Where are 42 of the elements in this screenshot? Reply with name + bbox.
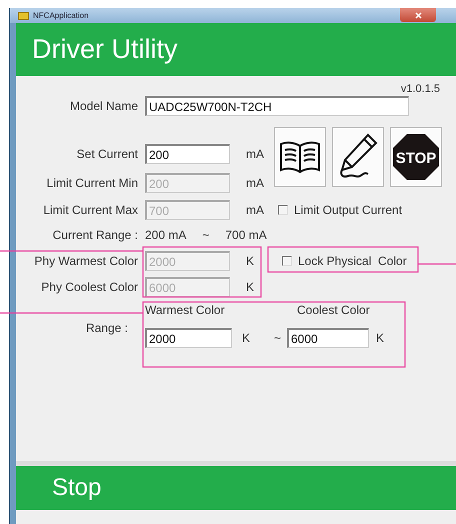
unit-label: mA bbox=[245, 176, 265, 190]
unit-label: mA bbox=[245, 147, 265, 161]
close-icon bbox=[414, 12, 422, 18]
range-max-value: 700 mA bbox=[225, 228, 267, 242]
field-label: Phy Coolest Color bbox=[41, 280, 138, 294]
stop-button[interactable]: STOP bbox=[390, 127, 442, 187]
field-label: Phy Warmest Color bbox=[34, 254, 138, 268]
unit-label: mA bbox=[245, 203, 265, 217]
field-label: Limit Current Min bbox=[46, 176, 138, 190]
checkbox[interactable] bbox=[278, 205, 288, 215]
field-label: Set Current bbox=[76, 148, 138, 160]
checkbox-label: Limit Output Current bbox=[294, 203, 402, 217]
leader-line bbox=[418, 263, 456, 265]
book-icon bbox=[278, 140, 322, 174]
unit-label: K bbox=[245, 254, 256, 268]
field-label: Range : bbox=[86, 322, 128, 334]
app-icon bbox=[18, 12, 29, 20]
book-button[interactable] bbox=[274, 127, 326, 187]
app-title: Driver Utility bbox=[32, 34, 178, 65]
pencil-button[interactable] bbox=[332, 127, 384, 187]
field-label: Limit Current Max bbox=[43, 204, 138, 216]
unit-label: K bbox=[245, 280, 256, 294]
close-button[interactable] bbox=[400, 8, 436, 22]
field-label: Warmest Color bbox=[145, 304, 225, 316]
range-min-value: 200 mA bbox=[145, 228, 186, 242]
window-title: NFCApplication bbox=[33, 11, 89, 20]
unit-label: K bbox=[375, 331, 386, 345]
stop-sign-icon bbox=[393, 134, 439, 180]
checkbox[interactable] bbox=[282, 256, 292, 266]
field-label: Model Name bbox=[70, 100, 138, 112]
status-text: Stop bbox=[52, 474, 102, 502]
coolest-color-field[interactable]: 6000 bbox=[287, 328, 369, 348]
tilde-separator: ~ bbox=[274, 331, 282, 345]
checkbox-label: Lock Physical Color bbox=[298, 254, 407, 268]
tilde-separator: ~ bbox=[202, 228, 210, 242]
warmest-color-field[interactable]: 2000 bbox=[145, 328, 232, 348]
unit-label: K bbox=[242, 331, 250, 345]
field-label: Current Range : bbox=[52, 228, 138, 242]
field-label: Coolest Color bbox=[297, 304, 370, 316]
model-name-field[interactable]: UADC25W700N-T2CH bbox=[145, 96, 409, 116]
current-field[interactable]: 200 bbox=[145, 144, 230, 164]
version-label: v1.0.1.5 bbox=[400, 83, 441, 95]
